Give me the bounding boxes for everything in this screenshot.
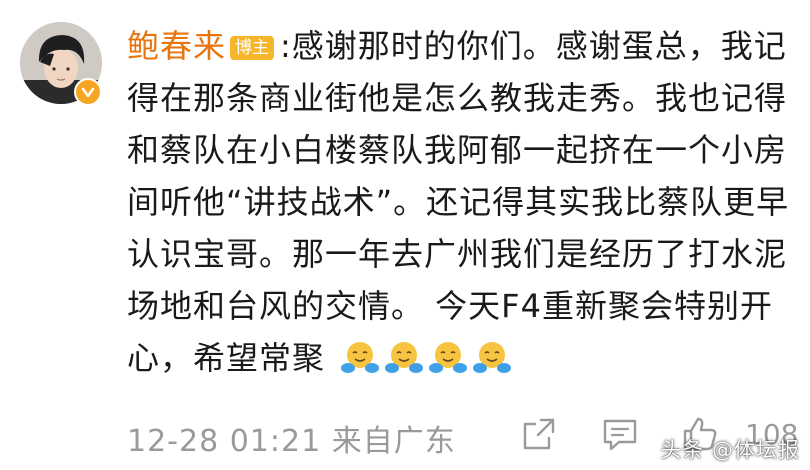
username-link[interactable]: 鲍春来 — [127, 27, 226, 65]
location: 来自广东 — [331, 424, 456, 459]
verified-badge-icon — [74, 78, 102, 106]
watermark: 头条 @体坛报 — [660, 438, 800, 462]
comment-text: :感谢那时的你们。感谢蛋总，我记得在那条商业街他是怎么教我走秀。我也记得和蔡队在… — [127, 27, 790, 377]
hugging-emoji — [385, 342, 424, 373]
hugging-emoji — [473, 342, 512, 373]
share-icon[interactable] — [519, 414, 559, 458]
emoji-group — [325, 339, 512, 377]
hugging-emoji — [429, 342, 468, 373]
comment-meta: 12-28 01:21 来自广东 — [127, 416, 456, 460]
author-badge: 博主 — [230, 36, 275, 60]
comment-icon[interactable] — [599, 414, 641, 458]
timestamp: 12-28 01:21 — [127, 424, 322, 459]
comment-body: 鲍春来 博主:感谢那时的你们。感谢蛋总，我记得在那条商业街他是怎么教我走秀。我也记… — [127, 20, 807, 384]
hugging-emoji — [341, 342, 380, 373]
